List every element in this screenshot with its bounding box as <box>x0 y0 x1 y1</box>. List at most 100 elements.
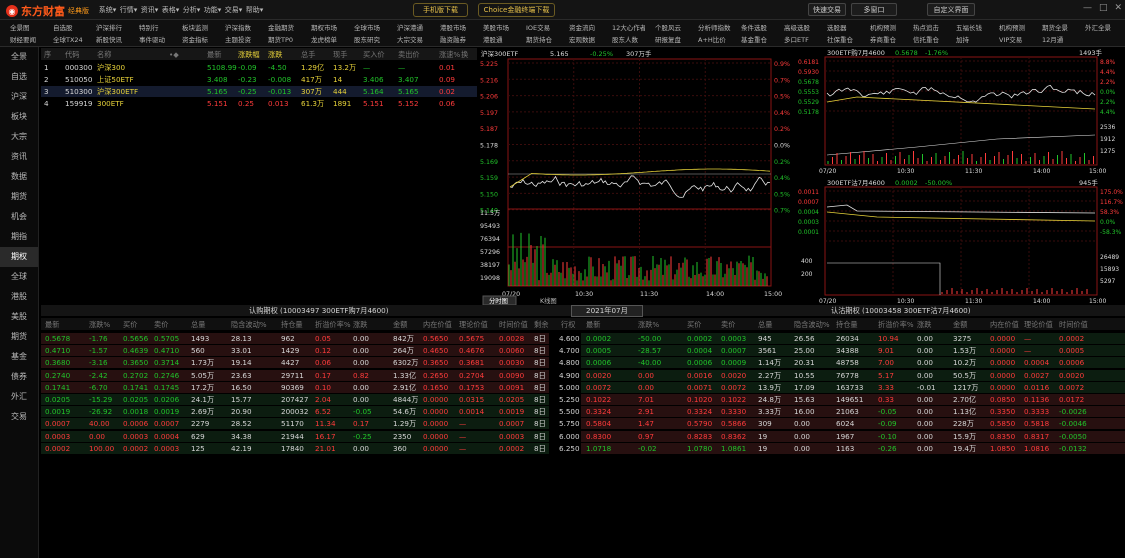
nav-item-2-23[interactable]: VIP交易 <box>989 34 1032 44</box>
quote-col-7[interactable]: 总手 <box>301 50 315 60</box>
month-select[interactable]: 2021年07月 <box>571 305 643 317</box>
option-row[interactable]: 0.2740 -2.42 0.2702 0.2746 5.05万 23.63 29711 0.… <box>41 369 1125 382</box>
nav-item-2-16[interactable]: A+H比价 <box>688 34 731 44</box>
menu-item-5[interactable]: 功能▾ <box>202 5 223 15</box>
nav-item-1-1[interactable]: 自选股 <box>43 22 86 32</box>
sidebar-item-12[interactable]: 港股 <box>0 287 38 307</box>
nav-item-2-9[interactable]: 大宗交易 <box>387 34 430 44</box>
option-row[interactable]: 0.3680 -3.16 0.3650 0.3714 1.73万 19.14 4427 0.0… <box>41 357 1125 369</box>
sidebar-item-13[interactable]: 美股 <box>0 307 38 327</box>
put-col-6[interactable]: 持仓量 <box>836 320 858 330</box>
call-col-10[interactable]: 内在价值 <box>423 320 452 330</box>
sidebar-item-14[interactable]: 期货 <box>0 327 38 347</box>
quote-col-5[interactable]: 涨跌幅 <box>238 50 260 60</box>
call-col-1[interactable]: 涨跌% <box>89 320 110 330</box>
put-option-chart[interactable]: 300ETF沽7月4600 0.0002 -50.00% 945手 0.0011 0.00… <box>797 177 1125 305</box>
nav-item-2-10[interactable]: 融资融券 <box>430 34 473 44</box>
nav-item-1-10[interactable]: 港股市场 <box>430 22 473 32</box>
quote-col-3[interactable]: •◆ <box>169 50 179 59</box>
nav-item-2-8[interactable]: 股东研究 <box>344 34 387 44</box>
call-col-11[interactable]: 理论价值 <box>459 320 488 330</box>
nav-item-2-7[interactable]: 龙虎榜单 <box>301 34 344 44</box>
quick-trade-button[interactable]: 快速交易 <box>808 3 846 16</box>
call-option-chart[interactable]: 300ETF购7月4600 0.5678 -1.76% 1493手 0.6181 0.59… <box>797 47 1125 175</box>
nav-item-1-22[interactable]: 五福长钱 <box>946 22 989 32</box>
call-col-7[interactable]: 折溢价率% <box>315 320 351 330</box>
nav-item-2-2[interactable]: 新股快讯 <box>86 34 129 44</box>
sidebar-item-8[interactable]: 机会 <box>0 207 38 227</box>
put-col-5[interactable]: 隐含波动% <box>794 320 830 330</box>
menu-item-1[interactable]: 行情▾ <box>118 5 139 15</box>
maximize-icon[interactable]: □ <box>1099 3 1108 13</box>
nav-item-2-24[interactable]: 12月通 <box>1032 34 1075 44</box>
nav-item-1-21[interactable]: 热点追击 <box>903 22 946 32</box>
put-col-3[interactable]: 卖价 <box>721 320 735 330</box>
call-col-4[interactable]: 总量 <box>191 320 205 330</box>
nav-item-1-16[interactable]: 分析师指数 <box>688 22 731 32</box>
nav-item-1-19[interactable]: 选股器 <box>817 22 860 32</box>
call-col-3[interactable]: 卖价 <box>154 320 168 330</box>
call-col-6[interactable]: 持仓量 <box>281 320 303 330</box>
nav-item-2-21[interactable]: 信托重仓 <box>903 34 946 44</box>
option-row[interactable]: 0.0019 -26.92 0.0018 0.0019 2.69万 20.90 200032… <box>41 406 1125 418</box>
put-col-12[interactable]: 时间价值 <box>1059 320 1088 330</box>
sidebar-item-0[interactable]: 全景 <box>0 47 38 67</box>
option-row[interactable]: 0.0003 0.00 0.0003 0.0004 629 34.38 21944 16.17… <box>41 430 1125 443</box>
call-col-8[interactable]: 涨跌 <box>353 320 367 330</box>
sidebar-item-3[interactable]: 板块 <box>0 107 38 127</box>
quote-col-2[interactable]: 名称 <box>97 50 111 60</box>
nav-item-2-11[interactable]: 港股通 <box>473 34 516 44</box>
put-col-9[interactable]: 金额 <box>953 320 967 330</box>
nav-item-2-5[interactable]: 主题投资 <box>215 34 258 44</box>
nav-item-1-18[interactable]: 高级选股 <box>774 22 817 32</box>
quote-col-8[interactable]: 现手 <box>333 50 347 60</box>
choice-download-button[interactable]: Choice金融终端下载 <box>478 3 555 17</box>
put-col-4[interactable]: 总量 <box>758 320 772 330</box>
nav-item-1-23[interactable]: 机构预测 <box>989 22 1032 32</box>
quote-col-11[interactable]: 涨速% <box>439 50 460 60</box>
nav-item-2-17[interactable]: 基金重仓 <box>731 34 774 44</box>
nav-item-2-4[interactable]: 资金指标 <box>172 34 215 44</box>
quote-col-10[interactable]: 卖出价 <box>398 50 420 60</box>
quote-row[interactable]: 4 159919 300ETF 5.151 0.25 0.013 61.3万 1891 5.15… <box>41 98 477 109</box>
call-col-5[interactable]: 隐含波动% <box>231 320 267 330</box>
put-col-7[interactable]: 折溢价率% <box>878 320 914 330</box>
quote-col-4[interactable]: 最新 <box>207 50 221 60</box>
call-col-2[interactable]: 买价 <box>123 320 137 330</box>
option-row[interactable]: 0.0002 100.00 0.0002 0.0003 125 42.19 17840 21.… <box>41 442 1125 455</box>
nav-item-1-25[interactable]: 外汇全景 <box>1075 22 1118 32</box>
option-row[interactable]: 0.0205 -15.29 0.0205 0.0206 24.1万 15.77 207427… <box>41 394 1125 406</box>
nav-item-1-15[interactable]: 个股风云 <box>645 22 688 32</box>
put-col-11[interactable]: 理论价值 <box>1024 320 1053 330</box>
sidebar-item-6[interactable]: 数据 <box>0 167 38 187</box>
call-col-0[interactable]: 最新 <box>45 320 59 330</box>
nav-item-1-7[interactable]: 期权市场 <box>301 22 344 32</box>
menu-item-3[interactable]: 表格▾ <box>160 5 181 15</box>
nav-item-1-12[interactable]: IOE交易 <box>516 22 559 32</box>
nav-item-2-14[interactable]: 股东人数 <box>602 34 645 44</box>
nav-item-2-22[interactable]: 加持 <box>946 34 989 44</box>
sidebar-item-17[interactable]: 外汇 <box>0 387 38 407</box>
nav-item-1-17[interactable]: 条件选股 <box>731 22 774 32</box>
nav-item-2-18[interactable]: 多口ETF <box>774 34 817 44</box>
put-col-2[interactable]: 买价 <box>687 320 701 330</box>
sidebar-item-7[interactable]: 期货 <box>0 187 38 207</box>
nav-item-1-0[interactable]: 全景图 <box>0 22 43 32</box>
nav-item-1-8[interactable]: 全球市场 <box>344 22 387 32</box>
menu-item-4[interactable]: 分析▾ <box>181 5 202 15</box>
quote-col-0[interactable]: 序 <box>44 50 51 60</box>
nav-item-1-11[interactable]: 美股市场 <box>473 22 516 32</box>
nav-item-2-19[interactable]: 社保重仓 <box>817 34 860 44</box>
quote-col-1[interactable]: 代码 <box>65 50 79 60</box>
option-row[interactable]: 0.0007 40.00 0.0006 0.0007 2279 28.52 51170 11.… <box>41 418 1125 430</box>
put-col-8[interactable]: 涨跌 <box>917 320 931 330</box>
sidebar-item-10[interactable]: 期权 <box>0 247 38 267</box>
nav-item-2-20[interactable]: 券商重仓 <box>860 34 903 44</box>
quote-row[interactable]: 1 000300 沪深300 5108.99 -0.09 -4.50 1.29亿 13.2万 —… <box>41 62 477 73</box>
quote-row[interactable]: 3 510300 沪深300ETF 5.165 -0.25 -0.013 307万 444 5.… <box>41 86 477 97</box>
quote-col-6[interactable]: 涨跌 <box>268 50 282 60</box>
quote-row[interactable]: 2 510050 上证50ETF 3.408 -0.23 -0.008 417万 14 3.40… <box>41 74 477 85</box>
nav-item-1-2[interactable]: 沪深排行 <box>86 22 129 32</box>
sidebar-item-2[interactable]: 沪深 <box>0 87 38 107</box>
nav-item-1-5[interactable]: 沪深指数 <box>215 22 258 32</box>
